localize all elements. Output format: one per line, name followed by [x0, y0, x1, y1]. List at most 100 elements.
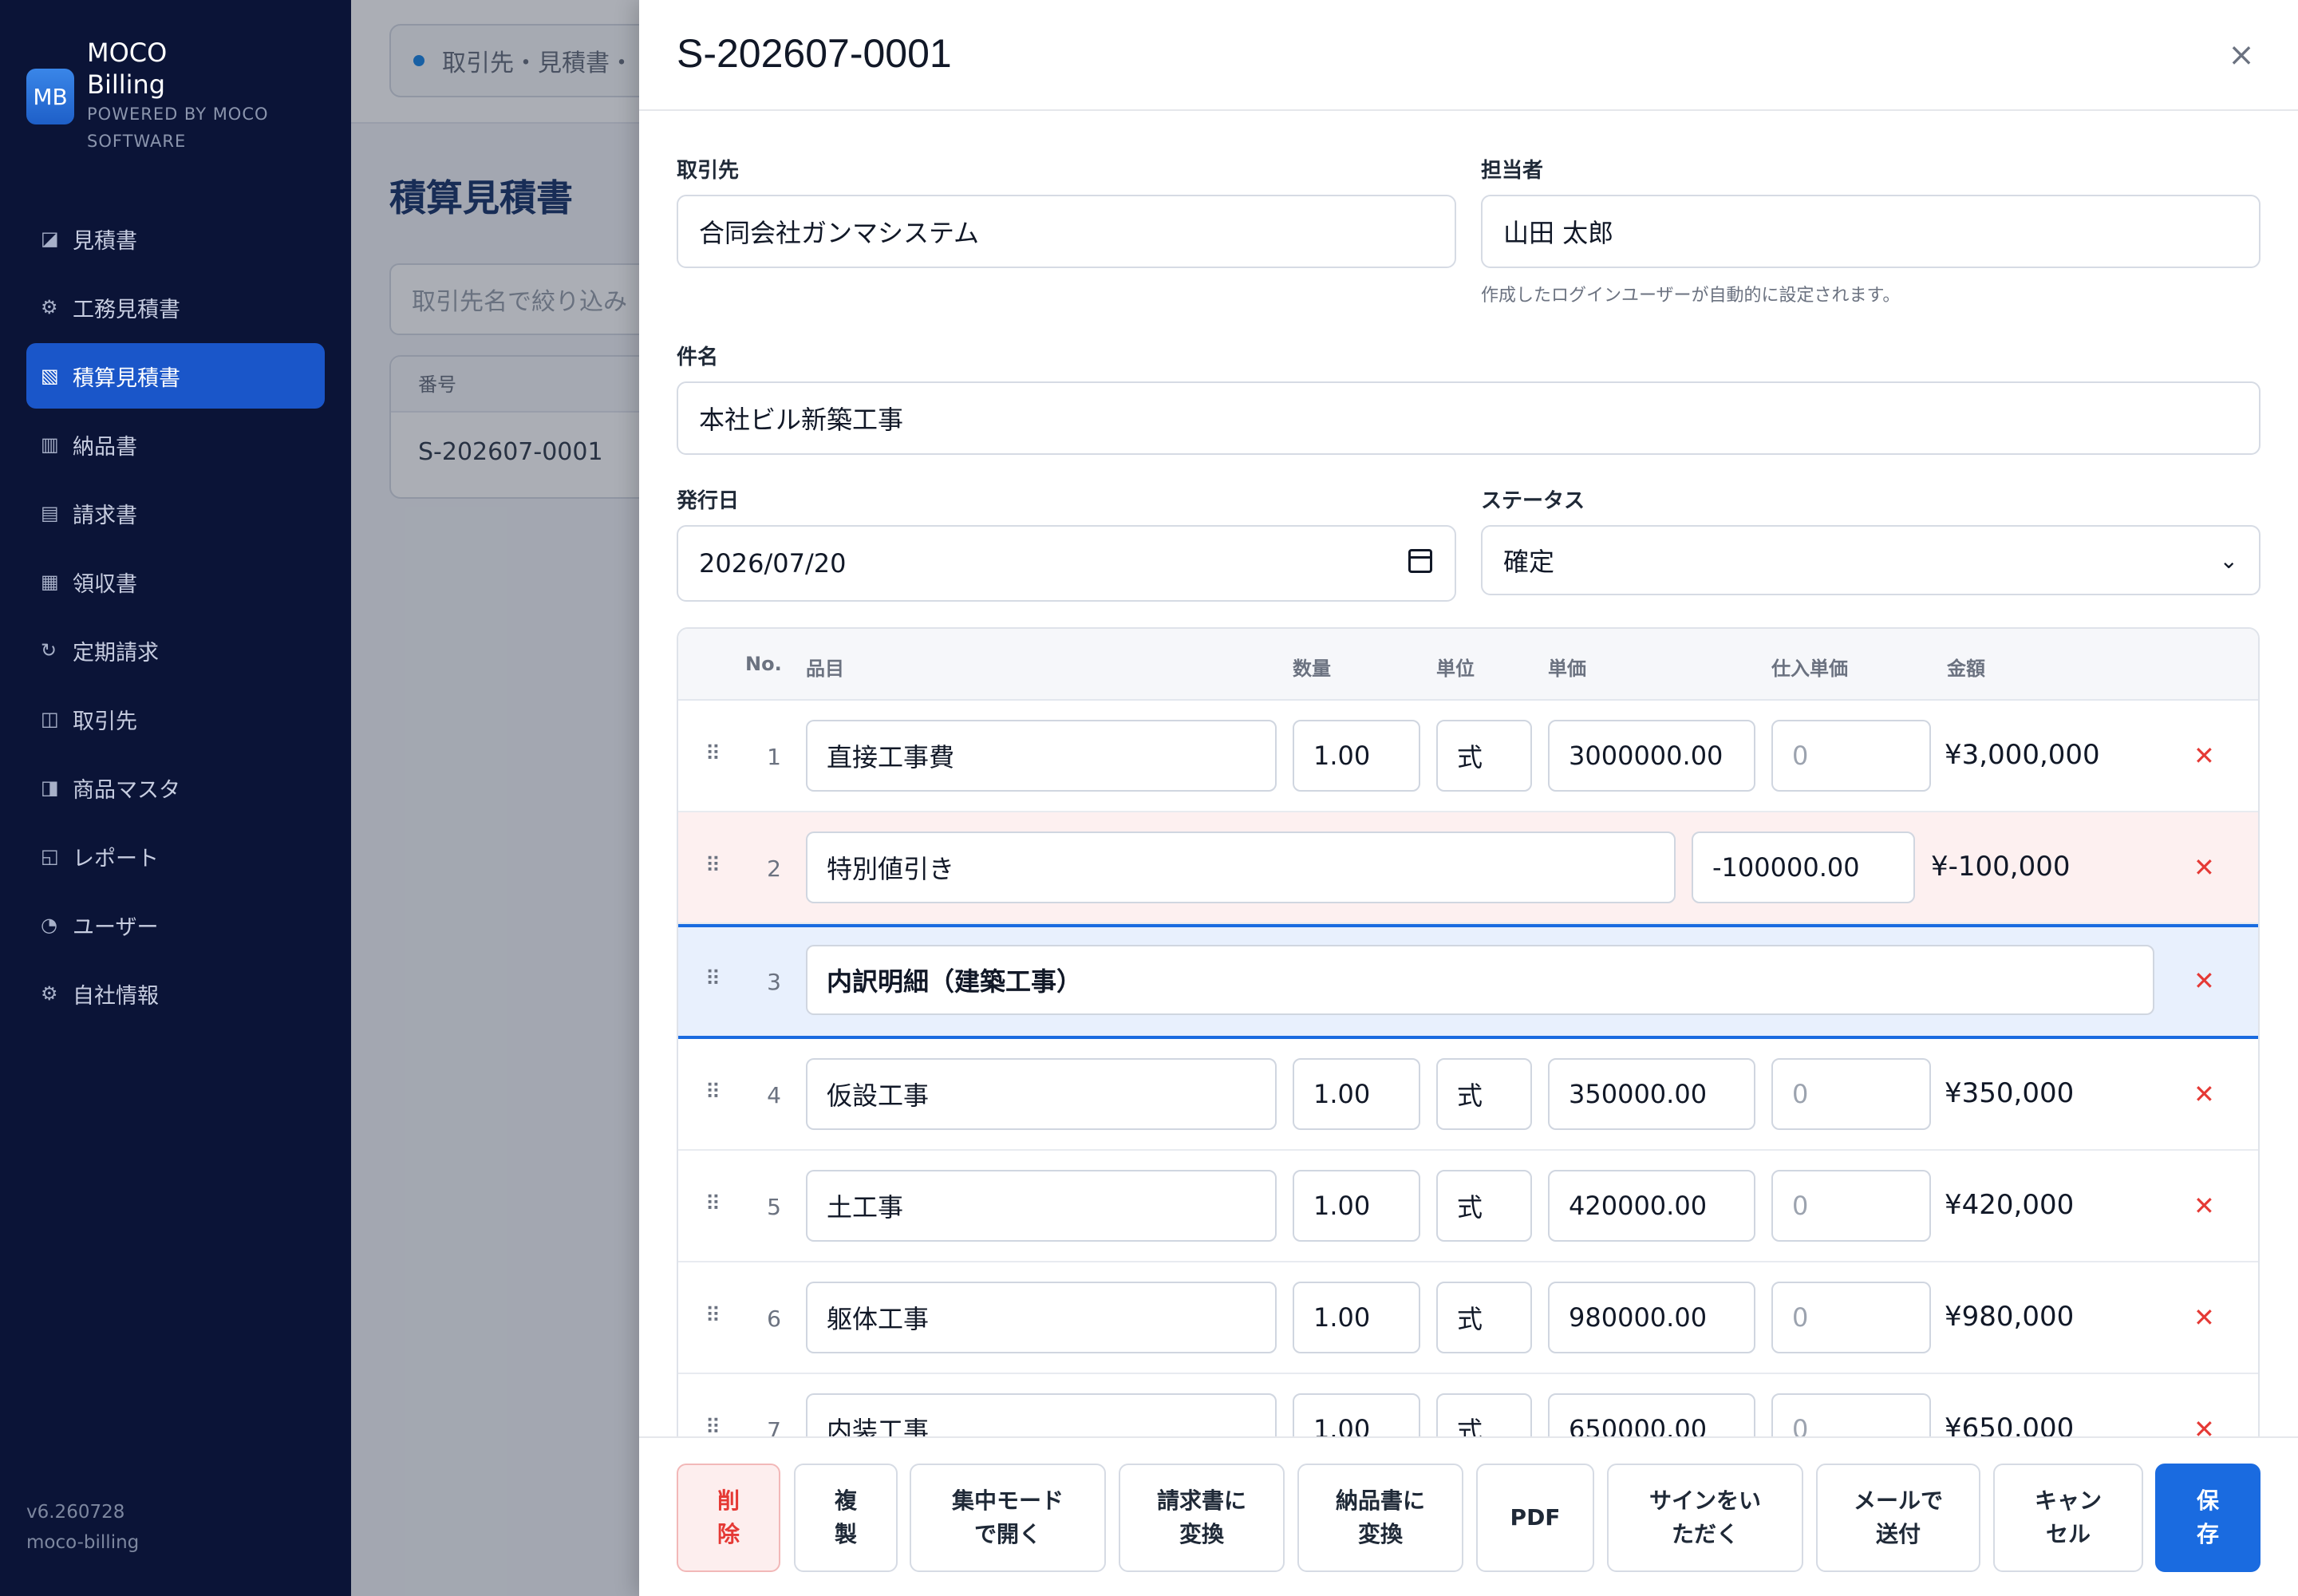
price-input[interactable]: 980000.00	[1548, 1282, 1755, 1353]
delete-line-icon[interactable]: ✕	[2193, 1079, 2215, 1109]
send-email-button[interactable]: メールで 送付	[1816, 1464, 1980, 1572]
subject-label: 件名	[677, 346, 719, 369]
status-value: 確定	[1503, 547, 1555, 577]
date-value: 2026/07/20	[699, 548, 847, 579]
table-icon: ▦	[41, 571, 59, 593]
drag-handle-icon[interactable]: ⠿	[705, 1304, 721, 1328]
estimate-drawer: S-202607-0001 × 取引先 合同会社ガンマシステム 担当者 山田 太…	[639, 0, 2298, 1596]
brand-logo: MB	[26, 69, 74, 124]
sidebar-item-construction-quote[interactable]: ⚙ 工務見積書	[26, 275, 325, 340]
col-qty: 数量	[1293, 658, 1331, 680]
quote-icon: ◪	[41, 227, 59, 250]
item-input[interactable]: 躯体工事	[806, 1282, 1277, 1353]
sidebar-item-label: 取引先	[73, 709, 137, 734]
sidebar-item-estimate[interactable]: ▧ 積算見積書	[26, 343, 325, 409]
sidebar-item-users[interactable]: ◔ ユーザー	[26, 892, 325, 958]
save-button[interactable]: 保 存	[2155, 1464, 2260, 1572]
cost-input[interactable]: 0	[1771, 1058, 1931, 1130]
sidebar-item-clients[interactable]: ◫ 取引先	[26, 686, 325, 752]
line-amount: ¥3,000,000	[1945, 739, 2100, 771]
request-signature-button[interactable]: サインをい ただく	[1607, 1464, 1803, 1572]
app-id: moco-billing	[26, 1532, 140, 1553]
sidebar-item-recurring[interactable]: ↻ 定期請求	[26, 618, 325, 683]
delete-line-icon[interactable]: ✕	[2193, 1191, 2215, 1221]
unit-input[interactable]: 式	[1436, 720, 1532, 792]
item-input[interactable]: 土工事	[806, 1170, 1277, 1242]
list-icon: ▤	[41, 502, 59, 524]
sidebar-item-quote[interactable]: ◪ 見積書	[26, 206, 325, 271]
price-input[interactable]: -100000.00	[1692, 832, 1915, 903]
delete-line-icon[interactable]: ✕	[2193, 1302, 2215, 1333]
sidebar-item-products[interactable]: ◨ 商品マスタ	[26, 755, 325, 820]
pdf-button[interactable]: PDF	[1476, 1464, 1594, 1572]
sidebar-nav: ◪ 見積書 ⚙ 工務見積書 ▧ 積算見積書 ▥ 納品書 ▤ 請求書 ▦ 領収書 ↻ 定期請求 …	[26, 206, 325, 1029]
col-price: 単価	[1548, 658, 1586, 680]
modal-overlay[interactable]	[351, 0, 639, 1596]
subject-field[interactable]: 本社ビル新築工事	[677, 381, 2260, 455]
item-input[interactable]: 直接工事費	[806, 720, 1277, 792]
delete-line-icon[interactable]: ✕	[2193, 852, 2215, 883]
qty-input[interactable]: 1.00	[1293, 1058, 1420, 1130]
qty-input[interactable]: 1.00	[1293, 1282, 1420, 1353]
price-input[interactable]: 3000000.00	[1548, 720, 1755, 792]
line-amount: ¥-100,000	[1931, 851, 2071, 883]
convert-delivery-button[interactable]: 納品書に 変換	[1297, 1464, 1463, 1572]
duplicate-button[interactable]: 複 製	[794, 1464, 898, 1572]
drag-handle-icon[interactable]: ⠿	[705, 1080, 721, 1104]
cost-input[interactable]: 0	[1771, 1170, 1931, 1242]
convert-invoice-button[interactable]: 請求書に 変換	[1119, 1464, 1285, 1572]
owner-field[interactable]: 山田 太郎	[1481, 195, 2260, 268]
unit-input[interactable]: 式	[1436, 1170, 1532, 1242]
line-amount: ¥980,000	[1945, 1301, 2075, 1333]
price-input[interactable]: 350000.00	[1548, 1058, 1755, 1130]
qty-input[interactable]: 1.00	[1293, 720, 1420, 792]
columns-icon: ▥	[41, 433, 59, 456]
delete-line-icon[interactable]: ✕	[2193, 741, 2215, 771]
client-field[interactable]: 合同会社ガンマシステム	[677, 195, 1456, 268]
col-item: 品目	[806, 658, 844, 680]
date-field[interactable]: 2026/07/20	[677, 525, 1456, 602]
sidebar-item-label: 工務見積書	[73, 297, 180, 322]
sidebar: MB MOCO Billing POWERED BY MOCO SOFTWARE…	[0, 0, 351, 1596]
unit-input[interactable]: 式	[1436, 1058, 1532, 1130]
brand-subtitle: POWERED BY MOCO SOFTWARE	[87, 105, 269, 151]
line-number: 5	[767, 1194, 781, 1220]
sidebar-item-company[interactable]: ⚙ 自社情報	[26, 961, 325, 1026]
drag-handle-icon[interactable]: ⠿	[705, 742, 721, 766]
drag-handle-icon[interactable]: ⠿	[705, 854, 721, 878]
refresh-icon: ↻	[41, 639, 57, 662]
sidebar-item-invoice[interactable]: ▤ 請求書	[26, 480, 325, 546]
brand-name-line1: MOCO	[87, 38, 168, 68]
item-input[interactable]: 特別値引き	[806, 832, 1676, 903]
sidebar-item-delivery[interactable]: ▥ 納品書	[26, 412, 325, 477]
qty-input[interactable]: 1.00	[1293, 1170, 1420, 1242]
grid-icon: ▧	[41, 365, 59, 387]
sidebar-item-label: 領収書	[73, 571, 137, 597]
drag-handle-icon[interactable]: ⠿	[705, 967, 721, 991]
price-input[interactable]: 420000.00	[1548, 1170, 1755, 1242]
col-cost: 仕入単価	[1771, 658, 1848, 680]
sidebar-item-receipt[interactable]: ▦ 領収書	[26, 549, 325, 614]
item-input[interactable]: 仮設工事	[806, 1058, 1277, 1130]
cancel-button[interactable]: キャン セル	[1993, 1464, 2143, 1572]
sidebar-item-label: レポート	[73, 846, 159, 871]
gear-icon: ⚙	[41, 296, 58, 318]
cost-input[interactable]: 0	[1771, 720, 1931, 792]
half-square-icon: ◨	[41, 776, 59, 799]
delete-line-icon[interactable]: ✕	[2193, 966, 2215, 996]
line-row-3: ⠿ 3 内訳明細（建築工事） ✕	[678, 924, 2258, 1039]
close-icon[interactable]: ×	[2225, 38, 2258, 72]
line-row-4: ⠿ 4 仮設工事 1.00 式 350000.00 0 ¥350,000 ✕	[678, 1039, 2258, 1151]
delete-button[interactable]: 削 除	[677, 1464, 780, 1572]
status-select[interactable]: 確定 ⌄	[1481, 525, 2260, 595]
focus-mode-button[interactable]: 集中モード で開く	[910, 1464, 1106, 1572]
sidebar-item-reports[interactable]: ◱ レポート	[26, 824, 325, 889]
report-icon: ◱	[41, 845, 59, 867]
cost-input[interactable]: 0	[1771, 1282, 1931, 1353]
chevron-down-icon: ⌄	[2219, 547, 2238, 574]
drag-handle-icon[interactable]: ⠿	[705, 1192, 721, 1216]
section-title-input[interactable]: 内訳明細（建築工事）	[806, 945, 2154, 1015]
unit-input[interactable]: 式	[1436, 1282, 1532, 1353]
line-row-6: ⠿ 6 躯体工事 1.00 式 980000.00 0 ¥980,000 ✕	[678, 1262, 2258, 1374]
calendar-icon[interactable]	[1408, 549, 1432, 573]
